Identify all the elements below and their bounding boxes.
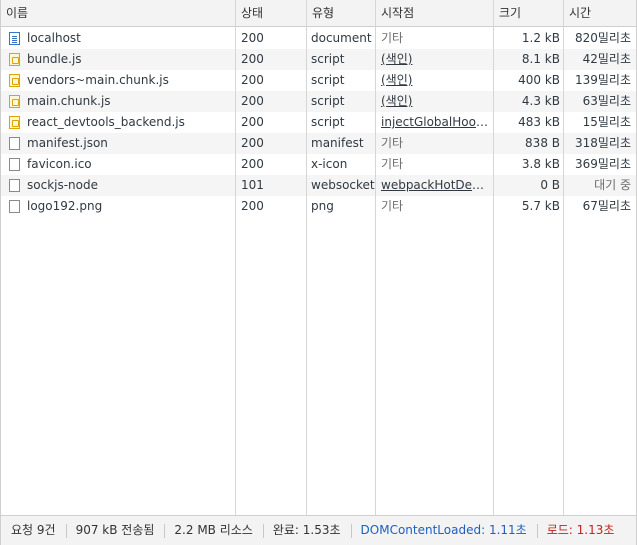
request-status: 200 (241, 94, 264, 108)
request-type: x-icon (311, 157, 348, 171)
request-type: script (311, 115, 345, 129)
request-row[interactable]: favicon.ico 200 x-icon 기타 3.8 kB 369밀리초 (1, 154, 636, 175)
column-divider[interactable] (375, 0, 376, 515)
request-row[interactable]: logo192.png 200 png 기타 5.7 kB 67밀리초 (1, 196, 636, 217)
request-status: 200 (241, 136, 264, 150)
request-time: 67밀리초 (582, 199, 631, 213)
request-name[interactable]: main.chunk.js (27, 91, 235, 112)
file-icon (9, 137, 20, 150)
request-row[interactable]: main.chunk.js 200 script (색인) 4.3 kB 63밀리초 (1, 91, 636, 112)
request-status: 200 (241, 52, 264, 66)
summary-bar: 요청 9건 907 kB 전송됨 2.2 MB 리소스 완료: 1.53초 DOMCon… (1, 515, 636, 545)
request-row[interactable]: vendors~main.chunk.js 200 script (색인) 400 kB… (1, 70, 636, 91)
column-header-type[interactable]: 유형 (307, 0, 376, 27)
request-row[interactable]: bundle.js 200 script (색인) 8.1 kB 42밀리초 (1, 49, 636, 70)
request-time: 63밀리초 (582, 94, 631, 108)
request-time: 대기 중 (594, 178, 631, 192)
request-time: 318밀리초 (574, 136, 631, 150)
request-name[interactable]: react_devtools_backend.js (27, 112, 235, 133)
request-name[interactable]: logo192.png (27, 196, 235, 217)
request-size: 4.3 kB (521, 94, 560, 108)
request-row[interactable]: sockjs-node 101 websocket webpackHotDevCl..… (1, 175, 636, 196)
request-type: document (311, 31, 372, 45)
summary-transferred: 907 kB 전송됨 (65, 516, 165, 545)
request-size: 483 kB (518, 115, 560, 129)
request-size: 400 kB (518, 73, 560, 87)
request-initiator[interactable]: webpackHotDevCl... (381, 175, 491, 196)
summary-resources: 2.2 MB 리소스 (164, 516, 262, 545)
file-icon (9, 200, 20, 213)
summary-finish: 완료: 1.53초 (262, 516, 351, 545)
request-name[interactable]: favicon.ico (27, 154, 235, 175)
file-icon (9, 179, 20, 192)
request-table-header: 이름 상태 유형 시작점 크기 시간 (1, 0, 636, 27)
request-row[interactable]: react_devtools_backend.js 200 script inject… (1, 112, 636, 133)
request-status: 200 (241, 73, 264, 87)
request-name[interactable]: sockjs-node (27, 175, 235, 196)
request-type: png (311, 199, 334, 213)
summary-load: 로드: 1.13초 (536, 516, 625, 545)
request-list: localhost 200 document 기타 1.2 kB 820밀리초 bundle… (1, 28, 636, 217)
request-type: manifest (311, 136, 364, 150)
request-row[interactable]: manifest.json 200 manifest 기타 838 B 318밀리초 (1, 133, 636, 154)
request-type: script (311, 52, 345, 66)
request-status: 101 (241, 178, 264, 192)
request-size: 3.8 kB (521, 157, 560, 171)
request-initiator: 기타 (381, 157, 404, 171)
request-status: 200 (241, 199, 264, 213)
request-name[interactable]: manifest.json (27, 133, 235, 154)
request-size: 8.1 kB (521, 52, 560, 66)
file-icon (9, 158, 20, 171)
script-icon (9, 53, 20, 66)
column-header-initiator[interactable]: 시작점 (376, 0, 493, 27)
summary-requests: 요청 9건 (11, 523, 56, 537)
document-icon (9, 32, 20, 45)
request-row[interactable]: localhost 200 document 기타 1.2 kB 820밀리초 (1, 28, 636, 49)
request-size: 1.2 kB (521, 31, 560, 45)
request-time: 42밀리초 (582, 52, 631, 66)
request-status: 200 (241, 31, 264, 45)
request-size: 0 B (540, 178, 560, 192)
column-divider[interactable] (563, 0, 564, 515)
request-initiator: 기타 (381, 199, 404, 213)
request-status: 200 (241, 115, 264, 129)
column-header-size[interactable]: 크기 (494, 0, 563, 27)
column-divider[interactable] (306, 0, 307, 515)
column-header-name[interactable]: 이름 (1, 0, 235, 27)
request-type: websocket (311, 178, 375, 192)
request-name[interactable]: bundle.js (27, 49, 235, 70)
request-initiator[interactable]: (색인) (381, 49, 491, 70)
request-time: 820밀리초 (574, 31, 631, 45)
request-size: 838 B (525, 136, 560, 150)
request-initiator[interactable]: (색인) (381, 91, 491, 112)
request-initiator[interactable]: injectGlobalHook.j... (381, 112, 491, 133)
column-header-time[interactable]: 시간 (564, 0, 636, 27)
request-type: script (311, 73, 345, 87)
column-divider[interactable] (493, 0, 494, 515)
request-time: 139밀리초 (574, 73, 631, 87)
request-size: 5.7 kB (521, 199, 560, 213)
summary-domcontentloaded: DOMContentLoaded: 1.11초 (350, 516, 537, 545)
network-panel: 이름 상태 유형 시작점 크기 시간 localhost 200 document 기… (0, 0, 637, 545)
request-name[interactable]: localhost (27, 28, 235, 49)
request-status: 200 (241, 157, 264, 171)
request-initiator[interactable]: (색인) (381, 70, 491, 91)
column-divider[interactable] (235, 0, 236, 515)
request-type: script (311, 94, 345, 108)
request-name[interactable]: vendors~main.chunk.js (27, 70, 235, 91)
request-initiator: 기타 (381, 136, 404, 150)
script-icon (9, 74, 20, 87)
script-icon (9, 95, 20, 108)
request-time: 15밀리초 (582, 115, 631, 129)
script-icon (9, 116, 20, 129)
column-header-status[interactable]: 상태 (236, 0, 306, 27)
request-initiator: 기타 (381, 31, 404, 45)
request-time: 369밀리초 (574, 157, 631, 171)
